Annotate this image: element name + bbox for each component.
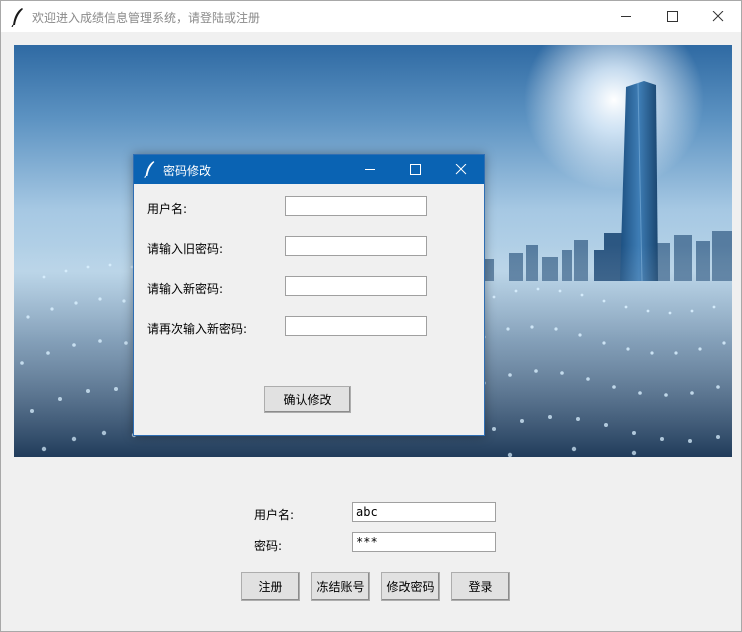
old-password-input[interactable] [285, 236, 427, 256]
feather-icon [11, 8, 23, 27]
confirm-password-input[interactable] [285, 316, 427, 336]
title-bar[interactable]: 欢迎进入成绩信息管理系统，请登陆或注册 [1, 1, 741, 32]
main-window: 欢迎进入成绩信息管理系统，请登陆或注册 密码修改 用户名: 请输入旧密码: 请输… [0, 0, 742, 632]
confirm-password-label: 请再次输入新密码: [147, 322, 248, 336]
feather-icon [144, 161, 155, 178]
password-change-dialog: 密码修改 用户名: 请输入旧密码: 请输入新密码: 请再次输入新密码: 确认修改 [133, 154, 485, 436]
change-password-button[interactable]: 修改密码 [381, 572, 440, 601]
window-title: 欢迎进入成绩信息管理系统，请登陆或注册 [32, 11, 261, 25]
close-icon [712, 11, 724, 22]
dialog-maximize-button[interactable] [393, 155, 437, 184]
username-label: 用户名: [254, 508, 295, 522]
password-label: 密码: [254, 539, 283, 553]
maximize-icon [667, 11, 678, 22]
dialog-title: 密码修改 [163, 164, 212, 178]
maximize-icon [410, 164, 421, 175]
minimize-icon [365, 169, 375, 170]
dialog-close-button[interactable] [439, 155, 483, 184]
confirm-change-button[interactable]: 确认修改 [264, 386, 351, 413]
freeze-account-button[interactable]: 冻结账号 [311, 572, 370, 601]
dialog-username-label: 用户名: [147, 202, 188, 216]
login-button[interactable]: 登录 [451, 572, 510, 601]
dialog-minimize-button[interactable] [348, 155, 392, 184]
minimize-icon [621, 16, 631, 17]
old-password-label: 请输入旧密码: [147, 242, 224, 256]
register-button[interactable]: 注册 [241, 572, 300, 601]
password-input[interactable] [352, 532, 496, 552]
minimize-button[interactable] [603, 1, 649, 32]
maximize-button[interactable] [649, 1, 695, 32]
new-password-input[interactable] [285, 276, 427, 296]
dialog-title-bar[interactable]: 密码修改 [134, 155, 484, 184]
new-password-label: 请输入新密码: [147, 282, 224, 296]
close-button[interactable] [695, 1, 741, 32]
close-icon [455, 164, 467, 175]
username-input[interactable] [352, 502, 496, 522]
dialog-username-input[interactable] [285, 196, 427, 216]
